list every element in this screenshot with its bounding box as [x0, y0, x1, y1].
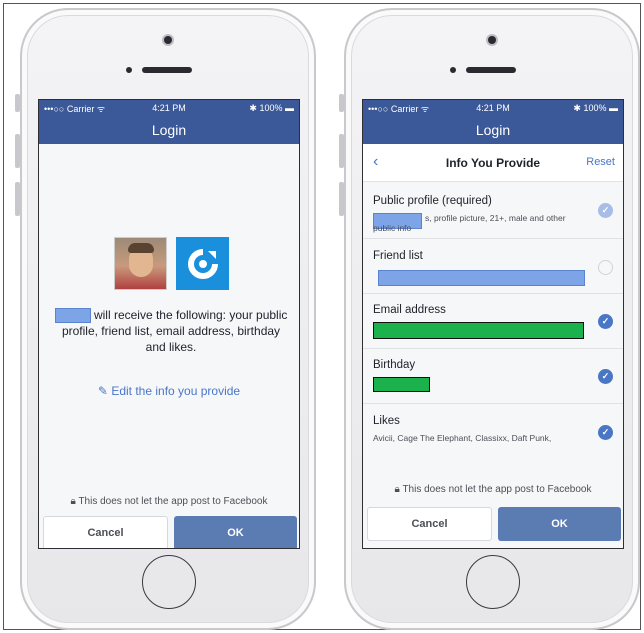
mute-switch: [339, 94, 344, 112]
status-bar: •••○○ Carrier ᯤ 4:21 PM ✱ 100% ▬: [39, 100, 299, 116]
item-title: Likes: [373, 415, 400, 427]
phone-left: •••○○ Carrier ᯤ 4:21 PM ✱ 100% ▬ Login w: [15, 8, 316, 630]
battery-label: ✱ 100% ▬: [249, 102, 294, 113]
action-buttons: Cancel OK: [43, 516, 297, 548]
redacted-friend-list: [378, 270, 585, 286]
info-title: Info You Provide: [445, 156, 541, 170]
front-camera: [488, 36, 496, 44]
carrier-label: •••○○ Carrier ᯤ: [368, 103, 430, 114]
redacted-birthday: [373, 377, 430, 392]
unchecked-circle-icon[interactable]: [598, 260, 613, 275]
front-camera: [164, 36, 172, 44]
info-item-likes[interactable]: Likes Avicii, Cage The Elephant, Classix…: [363, 404, 623, 472]
nav-title: Login: [151, 122, 187, 138]
pencil-icon: ✎: [97, 384, 108, 398]
login-body: will receive the following: your public …: [39, 144, 299, 548]
item-title: Public profile (required): [373, 195, 492, 207]
lock-icon: 🔒︎: [70, 496, 76, 507]
phone-right: •••○○ Carrier ᯤ 4:21 PM ✱ 100% ▬ Login ‹…: [339, 8, 640, 630]
user-avatar: [114, 237, 167, 290]
app-logo-icon: [176, 237, 229, 290]
home-button[interactable]: [142, 555, 196, 609]
sensor-dot: [450, 67, 456, 73]
edit-info-link[interactable]: ✎ Edit the info you provide: [39, 384, 299, 398]
info-list: Public profile (required) s, profile pic…: [363, 182, 623, 472]
status-bar: •••○○ Carrier ᯤ 4:21 PM ✱ 100% ▬: [363, 100, 623, 116]
info-item-public-profile[interactable]: Public profile (required) s, profile pic…: [363, 182, 623, 239]
checkmark-icon[interactable]: ✓: [598, 314, 613, 329]
checkmark-icon: ✓: [598, 203, 613, 218]
carrier-label: •••○○ Carrier ᯤ: [44, 103, 106, 114]
info-item-birthday[interactable]: Birthday ✓: [363, 349, 623, 404]
nav-title: Login: [475, 122, 511, 138]
nav-bar: Login: [39, 116, 299, 144]
screen-login: •••○○ Carrier ᯤ 4:21 PM ✱ 100% ▬ Login w: [38, 99, 300, 549]
mute-switch: [15, 94, 20, 112]
item-subtitle: Avicii, Cage The Elephant, Classixx, Daf…: [373, 433, 552, 443]
post-notice-label: This does not let the app post to Facebo…: [78, 496, 268, 507]
checkmark-icon[interactable]: ✓: [598, 369, 613, 384]
earpiece-speaker: [466, 67, 516, 73]
item-title: Email address: [373, 304, 446, 316]
action-buttons: Cancel OK: [367, 507, 621, 541]
clock-label: 4:21 PM: [152, 103, 186, 113]
volume-down-button: [15, 182, 20, 216]
info-item-friend-list[interactable]: Friend list: [363, 239, 623, 294]
edit-info-label: Edit the info you provide: [111, 384, 241, 398]
avatar-hair: [128, 243, 154, 253]
checkmark-icon[interactable]: ✓: [598, 425, 613, 440]
permission-text: will receive the following: your public …: [53, 307, 289, 355]
item-subtitle: s, profile picture, 21+, male and other …: [373, 213, 566, 233]
permission-description: will receive the following: your public …: [61, 308, 288, 355]
screen-info: •••○○ Carrier ᯤ 4:21 PM ✱ 100% ▬ Login ‹…: [362, 99, 624, 549]
cancel-button[interactable]: Cancel: [367, 507, 492, 541]
volume-up-button: [15, 134, 20, 168]
clock-label: 4:21 PM: [476, 103, 510, 113]
volume-up-button: [339, 134, 344, 168]
battery-label: ✱ 100% ▬: [573, 102, 618, 113]
volume-down-button: [339, 182, 344, 216]
info-item-email[interactable]: Email address ✓: [363, 294, 623, 349]
sensor-dot: [126, 67, 132, 73]
redacted-email: [373, 322, 584, 339]
ok-button[interactable]: OK: [498, 507, 621, 541]
item-title: Birthday: [373, 359, 416, 371]
footer: 🔒︎ This does not let the app post to Fac…: [363, 472, 623, 548]
home-button[interactable]: [466, 555, 520, 609]
post-notice: 🔒︎ This does not let the app post to Fac…: [363, 484, 623, 495]
info-header: ‹ Info You Provide Reset: [363, 144, 623, 182]
lock-icon: 🔒︎: [394, 484, 400, 495]
cancel-button[interactable]: Cancel: [43, 516, 168, 548]
item-title: Friend list: [373, 250, 423, 262]
nav-bar: Login: [363, 116, 623, 144]
post-notice: 🔒︎ This does not let the app post to Fac…: [39, 496, 299, 507]
ok-button[interactable]: OK: [174, 516, 297, 548]
earpiece-speaker: [142, 67, 192, 73]
post-notice-label: This does not let the app post to Facebo…: [402, 484, 592, 495]
reset-button[interactable]: Reset: [586, 156, 615, 168]
redacted-app-name: [54, 308, 91, 324]
